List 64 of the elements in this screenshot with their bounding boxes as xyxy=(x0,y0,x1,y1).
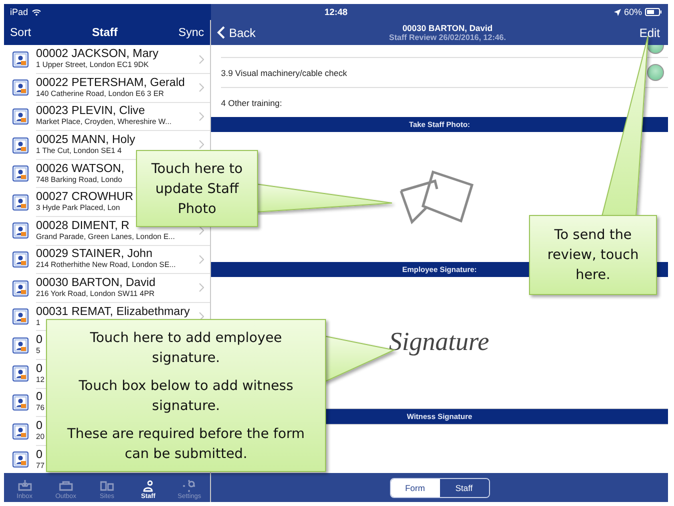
chevron-icon xyxy=(199,112,204,121)
staff-card-icon xyxy=(12,336,29,354)
record-subtitle: Staff Review 26/02/2016, 12:46. xyxy=(389,32,506,42)
staff-card-icon xyxy=(12,422,29,440)
staff-name: 0 xyxy=(36,333,42,346)
battery-percent: 60% xyxy=(624,7,642,17)
chevron-icon xyxy=(199,254,204,264)
staff-card-icon xyxy=(12,79,29,96)
gear-icon xyxy=(181,479,198,493)
chevron-icon xyxy=(199,226,204,236)
battery-icon xyxy=(645,8,662,16)
staff-card-icon xyxy=(12,136,29,154)
staff-card-icon xyxy=(12,308,29,326)
chevron-icon xyxy=(199,283,204,292)
question-label: 3.9 Visual machinery/cable check xyxy=(221,68,347,78)
sort-button[interactable]: Sort xyxy=(10,26,32,38)
back-button[interactable]: Back xyxy=(217,26,256,40)
staff-name: 00023 PLEVIN, Clive xyxy=(36,104,145,118)
callout-text: These are required before the form can be submitted. xyxy=(66,424,306,464)
device-name: iPad xyxy=(10,7,28,17)
staff-name: 00026 WATSON, xyxy=(36,162,124,175)
chevron-icon xyxy=(199,83,204,92)
tray-icon xyxy=(58,479,74,493)
location-icon xyxy=(614,8,621,16)
staff-card-icon xyxy=(12,365,29,382)
record-title: 00030 BARTON, David xyxy=(402,22,493,32)
question-label: 4 Other training: xyxy=(221,98,282,108)
staff-card-icon xyxy=(12,194,29,211)
staff-name: 00030 BARTON, David xyxy=(36,276,156,290)
inbox-icon xyxy=(16,479,33,493)
staff-name: 00029 STAINER, John xyxy=(36,247,152,260)
staff-name: 00027 CROWHUR xyxy=(36,190,134,204)
staff-name: 0 xyxy=(36,362,42,375)
staff-card-icon xyxy=(12,222,29,240)
segment-button[interactable]: Form xyxy=(390,478,440,496)
callout-text: Touch here to update Staff Photo xyxy=(150,160,244,218)
staff-card-icon xyxy=(12,50,29,68)
staff-name: 00025 MANN, Holy xyxy=(36,133,136,146)
staff-name: 00022 PETERSHAM, Gerald xyxy=(36,76,185,89)
back-chevron-icon xyxy=(217,26,225,39)
staff-card-icon xyxy=(12,451,29,468)
buildings-icon xyxy=(99,479,115,493)
signature-pad-text: Signature xyxy=(389,327,490,357)
clock: 12:48 xyxy=(324,7,348,17)
edit-button[interactable]: Edit xyxy=(639,26,660,40)
staff-card-icon xyxy=(12,280,29,297)
staff-name: 00002 JACKSON, Mary xyxy=(36,47,158,60)
chevron-icon xyxy=(199,312,204,321)
chevron-icon xyxy=(199,140,204,150)
staff-card-icon xyxy=(12,108,29,125)
chevron-icon xyxy=(199,54,204,64)
sync-button[interactable]: Sync xyxy=(178,26,204,38)
callout-text: Touch here to add employee signature. xyxy=(89,328,283,368)
staff-card-icon xyxy=(12,394,29,411)
staff-name: 0 xyxy=(36,390,42,404)
staff-name: 00028 DIMENT, R xyxy=(36,218,130,232)
radio-button[interactable] xyxy=(647,64,664,81)
wifi-icon xyxy=(32,8,42,16)
staff-name: 0 xyxy=(36,419,42,432)
staff-card-icon xyxy=(12,165,29,182)
staff-card-icon xyxy=(12,250,29,268)
staff-name: 00031 REMAT, Elizabethmary xyxy=(36,304,190,318)
staff-name: 0 xyxy=(36,448,42,461)
panel-title: Staff xyxy=(90,26,119,38)
